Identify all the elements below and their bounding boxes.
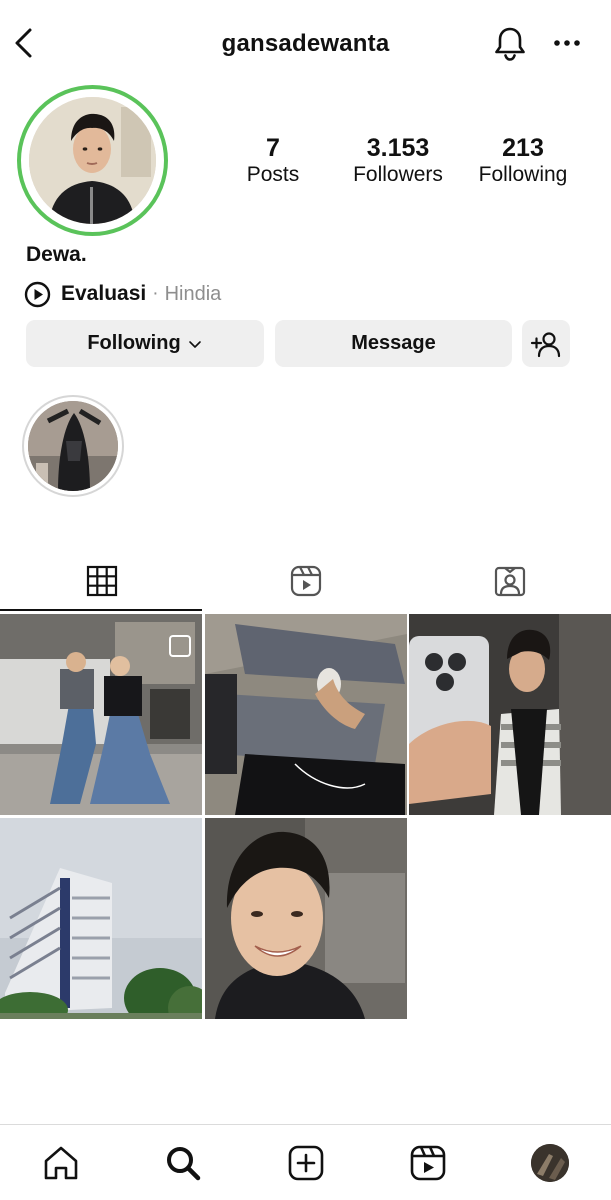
nav-reels[interactable]	[406, 1141, 450, 1185]
following-count-label: Following	[478, 163, 568, 186]
more-options-button[interactable]	[550, 28, 586, 58]
profile-avatar-story-ring[interactable]	[17, 85, 168, 236]
followers-count-label: Followers	[353, 163, 443, 186]
back-button[interactable]	[10, 26, 40, 60]
nav-search[interactable]	[161, 1141, 205, 1185]
suggested-users-button[interactable]	[522, 320, 570, 367]
reels-icon	[410, 1145, 446, 1181]
music-separator: ·	[152, 283, 159, 304]
music-song-title: Evaluasi	[61, 282, 147, 305]
story-highlight[interactable]	[22, 395, 124, 497]
followers-count-value: 3.153	[366, 134, 430, 162]
bottom-navigation-bar	[0, 1124, 611, 1200]
following-button-label: Following	[87, 332, 181, 354]
chevron-left-icon	[15, 28, 32, 58]
plus-square-icon	[288, 1145, 324, 1181]
avatar	[29, 97, 156, 224]
following-count-value: 213	[502, 134, 544, 162]
tagged-icon	[494, 566, 525, 597]
notifications-button[interactable]	[490, 24, 530, 64]
message-button[interactable]: Message	[275, 320, 512, 367]
post-thumbnail[interactable]	[205, 818, 407, 1019]
followers-count[interactable]: 3.153 Followers	[343, 134, 453, 188]
following-button[interactable]: Following	[26, 320, 264, 367]
profile-header: gansadewanta	[0, 0, 611, 86]
profile-music[interactable]: Evaluasi · Hindia	[24, 280, 221, 308]
nav-profile[interactable]	[528, 1141, 572, 1185]
tab-posts-grid[interactable]	[0, 550, 203, 612]
post-thumbnail[interactable]	[0, 614, 202, 815]
music-artist: Hindia	[164, 282, 222, 305]
nav-create[interactable]	[284, 1141, 328, 1185]
reels-icon	[290, 565, 321, 597]
post-thumbnail[interactable]	[0, 818, 202, 1019]
posts-count-value: 7	[266, 134, 280, 162]
bell-icon	[495, 27, 525, 61]
grid-icon	[86, 565, 117, 597]
avatar	[531, 1144, 569, 1182]
profile-tabs	[0, 550, 611, 612]
message-button-label: Message	[351, 332, 436, 354]
post-thumbnail[interactable]	[205, 614, 407, 815]
chevron-down-icon	[188, 340, 201, 348]
post-thumbnail[interactable]	[409, 614, 611, 815]
add-user-icon	[530, 331, 561, 357]
nav-home[interactable]	[39, 1141, 83, 1185]
tab-reels[interactable]	[204, 550, 407, 612]
posts-count: 7 Posts	[233, 134, 313, 188]
more-horizontal-icon	[554, 40, 580, 46]
play-circle-icon	[24, 281, 51, 307]
tab-tagged[interactable]	[408, 550, 611, 612]
search-icon	[167, 1147, 201, 1181]
following-count[interactable]: 213 Following	[470, 134, 576, 188]
home-icon	[44, 1146, 78, 1180]
story-highlight-cover	[28, 401, 118, 491]
posts-count-label: Posts	[246, 163, 300, 186]
active-tab-indicator	[0, 609, 202, 611]
display-name: Dewa.	[26, 243, 87, 266]
